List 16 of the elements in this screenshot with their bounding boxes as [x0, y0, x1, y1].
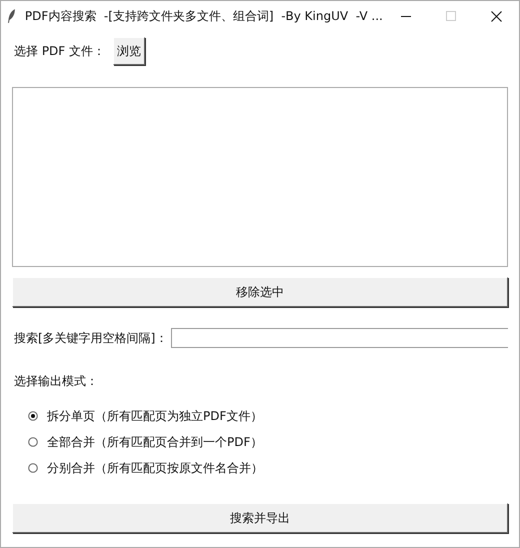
search-export-button[interactable]: 搜索并导出 [12, 503, 508, 533]
radio-label[interactable]: 分别合并（所有匹配页按原文件名合并） [47, 460, 263, 476]
window-title: PDF内容搜索 -[支持跨文件夹多文件、组合词] -By KingUV -V ... [24, 8, 383, 24]
browse-button[interactable]: 浏览 [113, 37, 146, 65]
mode-label: 选择输出模式： [14, 373, 99, 390]
file-label: 选择 PDF 文件： [14, 42, 106, 60]
feather-icon [7, 8, 17, 24]
radio-button[interactable] [28, 411, 38, 421]
close-icon[interactable] [490, 10, 502, 22]
radio-label[interactable]: 拆分单页（所有匹配页为独立PDF文件） [47, 408, 262, 424]
radio-label[interactable]: 全部合并（所有匹配页合并到一个PDF） [47, 434, 262, 450]
radio-button[interactable] [28, 463, 38, 473]
search-field[interactable] [171, 328, 508, 348]
remove-selected-button[interactable]: 移除选中 [12, 277, 508, 307]
search-label: 搜索[多关键字用空格间隔]： [14, 330, 168, 346]
radio-button[interactable] [28, 437, 38, 447]
